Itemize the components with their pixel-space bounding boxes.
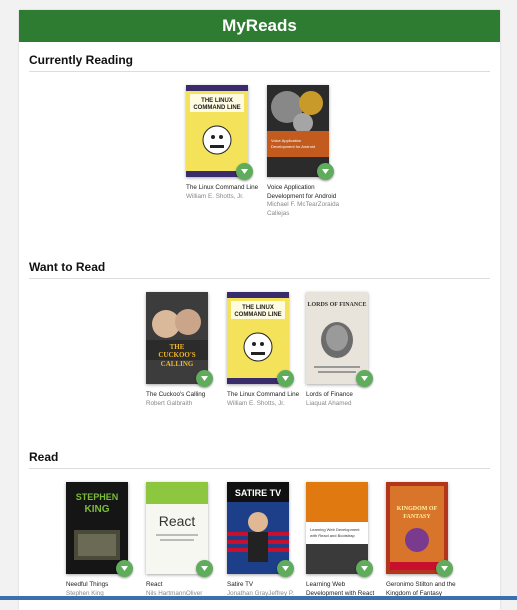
book-item: SATIRE TV Satire TV Jonathan GrayJeffrey… bbox=[227, 482, 301, 598]
shelf-changer-button[interactable] bbox=[356, 560, 373, 577]
shelf-changer-button[interactable] bbox=[196, 370, 213, 387]
book-title: The Linux Command Line bbox=[186, 184, 259, 191]
shelf-title: Currently Reading bbox=[29, 53, 490, 72]
book-item: THE LINUX COMMAND LINE The Linux Command… bbox=[186, 85, 260, 201]
book-title: The Cuckoo's Calling bbox=[146, 391, 206, 398]
book-cover[interactable]: Learning Web Development with React and … bbox=[306, 482, 368, 574]
app-header: MyReads bbox=[19, 10, 500, 42]
svg-text:STEPHEN: STEPHEN bbox=[76, 492, 119, 502]
shelf-changer-button[interactable] bbox=[436, 560, 453, 577]
book-item: Voice Application Development for Androi… bbox=[267, 85, 341, 218]
book-cover[interactable]: STEPHEN KING bbox=[66, 482, 128, 574]
svg-text:COMMAND LINE: COMMAND LINE bbox=[234, 312, 281, 318]
triangle-down-icon bbox=[241, 169, 248, 174]
book-title: Lords of Finance bbox=[306, 391, 353, 398]
window-bottom-strip bbox=[0, 596, 517, 600]
book-title: The Linux Command Line bbox=[227, 391, 300, 398]
svg-text:KING: KING bbox=[85, 504, 110, 515]
triangle-down-icon bbox=[361, 376, 368, 381]
app-frame: MyReads Currently Reading THE LINUX COMM… bbox=[19, 10, 500, 610]
book-title: React bbox=[146, 581, 163, 588]
shelf-changer-button[interactable] bbox=[277, 370, 294, 387]
book-authors: William E. Shotts, Jr. bbox=[227, 399, 285, 407]
triangle-down-icon bbox=[282, 376, 289, 381]
book-authors: Liaquat Ahamed bbox=[306, 399, 352, 407]
triangle-down-icon bbox=[201, 376, 208, 381]
svg-text:with React and Bootstrap: with React and Bootstrap bbox=[310, 533, 355, 538]
book-authors: William E. Shotts, Jr. bbox=[186, 192, 244, 200]
svg-text:KINGDOM OF: KINGDOM OF bbox=[397, 506, 438, 512]
book-authors: Robert Galbraith bbox=[146, 399, 193, 407]
svg-text:LORDS OF FINANCE: LORDS OF FINANCE bbox=[307, 302, 366, 308]
shelf-changer-button[interactable] bbox=[356, 370, 373, 387]
book-cover[interactable]: THE LINUX COMMAND LINE bbox=[186, 85, 248, 177]
book-cover[interactable]: THE CUCKOO'S CALLING bbox=[146, 292, 208, 384]
shelf-read: Read STEPHEN KING Needful Things Stephen… bbox=[29, 450, 490, 606]
book-item: Learning Web Development with React and … bbox=[306, 482, 380, 598]
book-cover[interactable]: THE LINUX COMMAND LINE bbox=[227, 292, 289, 384]
book-title: Voice Application Development for Androi… bbox=[267, 184, 337, 200]
svg-text:THE: THE bbox=[170, 343, 185, 351]
shelf-title: Read bbox=[29, 450, 490, 469]
book-cover[interactable]: SATIRE TV bbox=[227, 482, 289, 574]
book-item: THE CUCKOO'S CALLING The Cuckoo's Callin… bbox=[146, 292, 220, 408]
svg-text:CUCKOO'S: CUCKOO'S bbox=[158, 351, 195, 359]
shelf-want-to-read: Want to Read THE CUCKOO'S CALLING The Cu… bbox=[29, 260, 490, 450]
svg-text:SATIRE TV: SATIRE TV bbox=[235, 488, 281, 498]
svg-text:CALLING: CALLING bbox=[161, 360, 194, 368]
shelf-changer-button[interactable] bbox=[236, 163, 253, 180]
triangle-down-icon bbox=[361, 566, 368, 571]
book-item: THE LINUX COMMAND LINE The Linux Command… bbox=[227, 292, 301, 408]
svg-text:Voice Application: Voice Application bbox=[271, 138, 301, 143]
svg-text:THE LINUX: THE LINUX bbox=[201, 98, 233, 104]
svg-text:COMMAND LINE: COMMAND LINE bbox=[193, 105, 240, 111]
book-item: KINGDOM OF FANTASY Geronimo Stilton and … bbox=[386, 482, 460, 598]
triangle-down-icon bbox=[121, 566, 128, 571]
book-item: STEPHEN KING Needful Things Stephen King bbox=[66, 482, 140, 598]
triangle-down-icon bbox=[322, 169, 329, 174]
book-cover[interactable]: KINGDOM OF FANTASY bbox=[386, 482, 448, 574]
book-cover[interactable]: LORDS OF FINANCE bbox=[306, 292, 368, 384]
book-authors: Michael F. McTearZoraida Callejas bbox=[267, 201, 340, 217]
book-title: Satire TV bbox=[227, 581, 254, 588]
shelf-currently-reading: Currently Reading THE LINUX COMMAND LINE bbox=[29, 53, 490, 253]
svg-text:Development for Android: Development for Android bbox=[271, 144, 315, 149]
svg-text:Learning Web Development: Learning Web Development bbox=[310, 527, 360, 532]
svg-text:THE LINUX: THE LINUX bbox=[242, 305, 274, 311]
book-item: React React Nils HartmannOliver bbox=[146, 482, 220, 598]
triangle-down-icon bbox=[282, 566, 289, 571]
svg-text:React: React bbox=[159, 513, 196, 529]
book-cover[interactable]: React bbox=[146, 482, 208, 574]
shelf-changer-button[interactable] bbox=[277, 560, 294, 577]
shelf-changer-button[interactable] bbox=[317, 163, 334, 180]
book-title: Needful Things bbox=[66, 581, 109, 588]
book-cover[interactable]: Voice Application Development for Androi… bbox=[267, 85, 329, 177]
app-title: MyReads bbox=[222, 16, 297, 35]
shelf-changer-button[interactable] bbox=[116, 560, 133, 577]
shelf-title: Want to Read bbox=[29, 260, 490, 279]
svg-text:FANTASY: FANTASY bbox=[403, 514, 431, 520]
book-item: LORDS OF FINANCE Lords of Finance Liaqua… bbox=[306, 292, 380, 408]
shelf-changer-button[interactable] bbox=[196, 560, 213, 577]
triangle-down-icon bbox=[441, 566, 448, 571]
triangle-down-icon bbox=[201, 566, 208, 571]
